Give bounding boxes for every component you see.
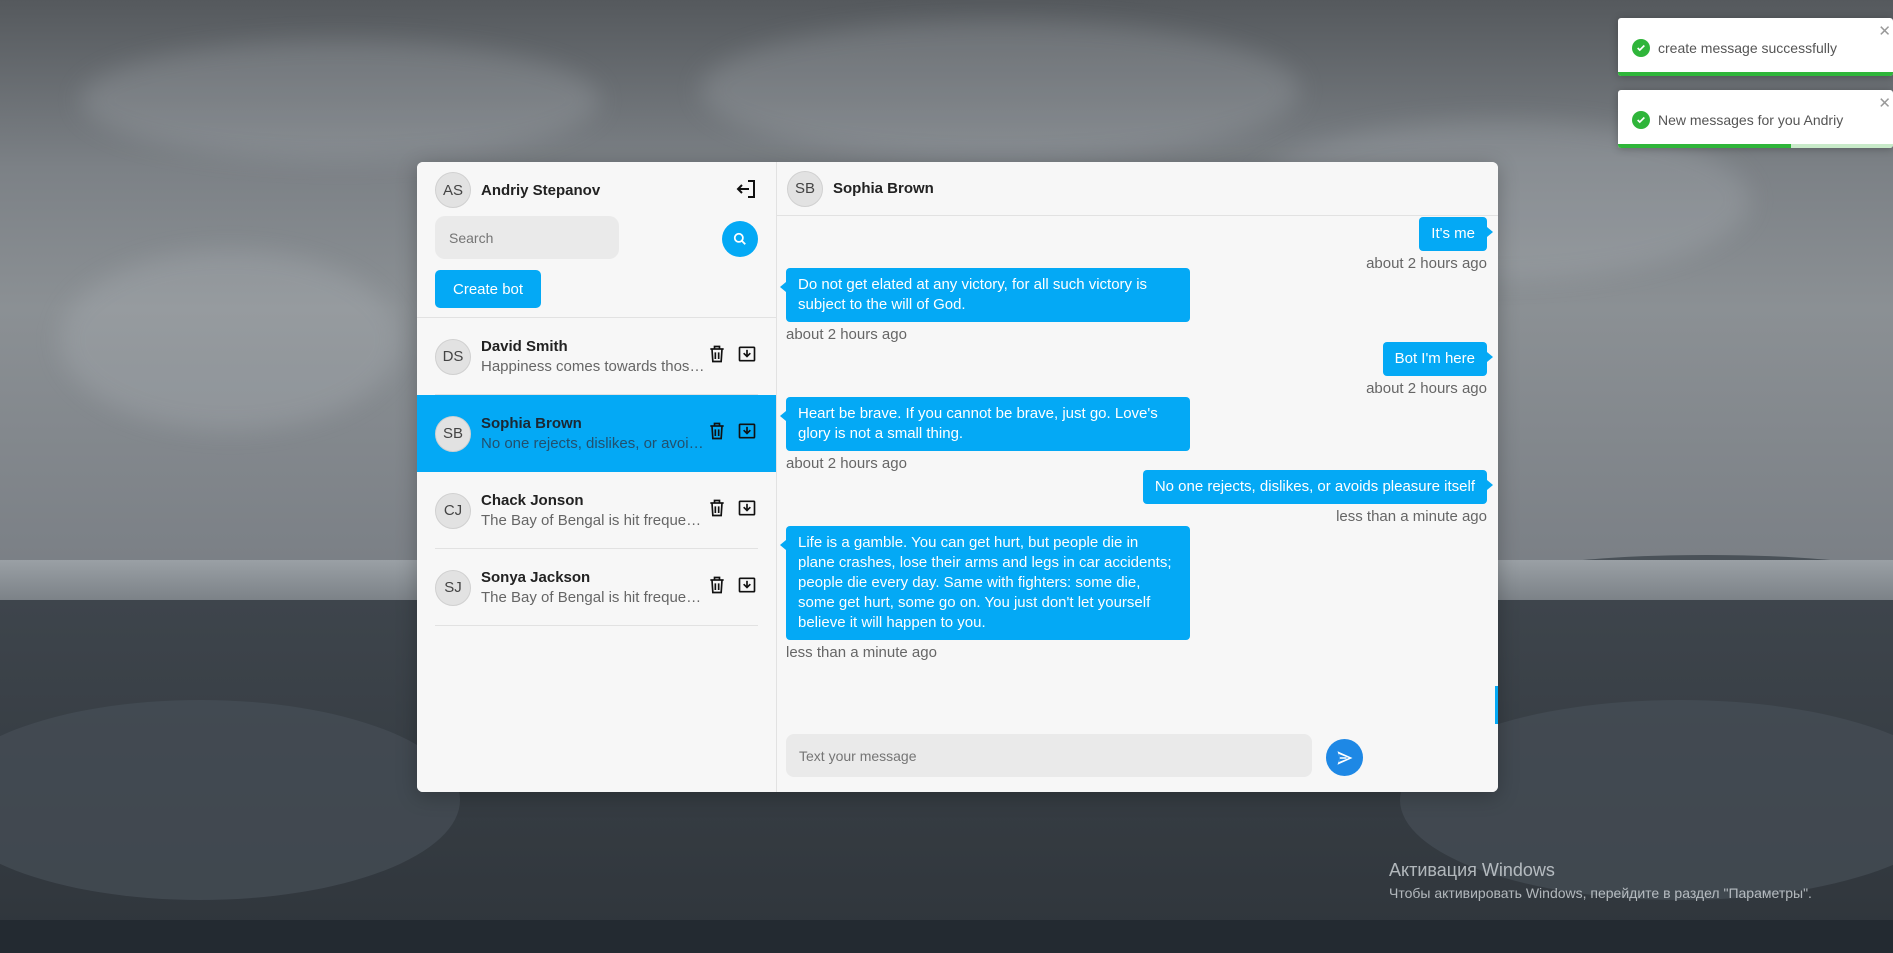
- avatar: SJ: [435, 569, 471, 606]
- search-field: [435, 216, 619, 259]
- search-button[interactable]: [722, 221, 758, 257]
- contact-name: Sonya Jackson: [481, 569, 591, 586]
- toast-notification: create message successfully ✕: [1618, 18, 1893, 76]
- composer: [786, 734, 1312, 777]
- message-time: about 2 hours ago: [1366, 380, 1487, 397]
- contact-last-message: The Bay of Bengal is hit frequently by c…: [481, 512, 705, 529]
- chat-header: SB Sophia Brown: [777, 162, 1498, 216]
- trash-icon[interactable]: [707, 575, 727, 595]
- incoming-message: Heart be brave. If you cannot be brave, …: [780, 397, 1190, 472]
- download-icon[interactable]: [737, 421, 757, 441]
- avatar: SB: [435, 415, 471, 452]
- trash-icon[interactable]: [707, 421, 727, 441]
- download-icon[interactable]: [737, 575, 757, 595]
- contact-item[interactable]: SJ Sonya Jackson The Bay of Bengal is hit …: [417, 549, 776, 626]
- toast-progress: [1618, 72, 1893, 76]
- message-time: less than a minute ago: [786, 644, 937, 661]
- chat-app-window: AS Andriy Stepanov Create bot DS David Sm…: [417, 162, 1498, 792]
- download-icon[interactable]: [737, 498, 757, 518]
- outgoing-message: Bot I'm here about 2 hours ago: [1366, 342, 1494, 397]
- current-user: AS Andriy Stepanov: [435, 172, 600, 208]
- toast-text: New messages for you Andriy: [1658, 112, 1844, 128]
- contact-name: Sophia Brown: [481, 415, 582, 432]
- message-time: about 2 hours ago: [786, 326, 907, 343]
- message-input[interactable]: [786, 734, 1312, 777]
- message-time: about 2 hours ago: [1366, 255, 1487, 272]
- send-icon: [1337, 750, 1352, 765]
- check-icon: [1632, 39, 1650, 57]
- avatar: SB: [787, 170, 823, 207]
- contact-list: DS David Smith Happiness comes towards tho…: [417, 318, 776, 626]
- close-icon[interactable]: ✕: [1878, 22, 1891, 40]
- chat-contact-name: Sophia Brown: [833, 180, 934, 197]
- message-bubble: No one rejects, dislikes, or avoids plea…: [1142, 470, 1494, 504]
- close-icon[interactable]: ✕: [1878, 94, 1891, 112]
- send-button[interactable]: [1326, 739, 1363, 776]
- contact-last-message: Happiness comes towards those who accept…: [481, 358, 705, 375]
- avatar: AS: [435, 172, 471, 208]
- avatar: DS: [435, 338, 471, 375]
- contact-item[interactable]: DS David Smith Happiness comes towards tho…: [417, 318, 776, 395]
- message-time: about 2 hours ago: [786, 455, 907, 472]
- watermark-subtitle: Чтобы активировать Windows, перейдите в …: [1389, 885, 1812, 901]
- chat-panel: SB Sophia Brown It's me about 2 hours ago…: [777, 162, 1498, 792]
- toast-text: create message successfully: [1658, 40, 1837, 56]
- download-icon[interactable]: [737, 344, 757, 364]
- incoming-message: Do not get elated at any victory, for al…: [780, 268, 1190, 343]
- watermark-title: Активация Windows: [1389, 860, 1555, 880]
- contact-name: Chack Jonson: [481, 492, 584, 509]
- incoming-message: Life is a gamble. You can get hurt, but …: [780, 526, 1190, 661]
- contact-last-message: The Bay of Bengal is hit frequently by c…: [481, 589, 705, 606]
- search-icon: [733, 232, 746, 245]
- outgoing-message: It's me about 2 hours ago: [1366, 217, 1493, 272]
- search-input[interactable]: [435, 216, 619, 259]
- message-list[interactable]: It's me about 2 hours ago Do not get elate…: [777, 217, 1498, 717]
- trash-icon[interactable]: [707, 344, 727, 364]
- message-time: less than a minute ago: [1336, 508, 1487, 525]
- message-bubble: Bot I'm here: [1382, 342, 1494, 376]
- message-bubble: Heart be brave. If you cannot be brave, …: [780, 397, 1190, 451]
- trash-icon[interactable]: [707, 498, 727, 518]
- message-bubble: Do not get elated at any victory, for al…: [780, 268, 1190, 322]
- toast-progress: [1618, 144, 1792, 148]
- contact-item[interactable]: SB Sophia Brown No one rejects, dislikes, …: [417, 395, 776, 472]
- outgoing-message: No one rejects, dislikes, or avoids plea…: [1142, 470, 1494, 525]
- contact-name: David Smith: [481, 338, 568, 355]
- current-user-name: Andriy Stepanov: [481, 181, 601, 199]
- contact-last-message: No one rejects, dislikes, or avoids plea…: [481, 435, 705, 452]
- message-bubble: Life is a gamble. You can get hurt, but …: [780, 526, 1190, 640]
- toast-notification: New messages for you Andriy ✕: [1618, 90, 1893, 148]
- sidebar: AS Andriy Stepanov Create bot DS David Sm…: [417, 162, 777, 792]
- message-bubble: It's me: [1419, 217, 1493, 251]
- avatar: CJ: [435, 492, 471, 529]
- scrollbar-thumb[interactable]: [1495, 686, 1498, 724]
- logout-icon[interactable]: [735, 177, 759, 201]
- create-bot-button[interactable]: Create bot: [435, 270, 542, 308]
- check-icon: [1632, 111, 1650, 129]
- windows-activation-watermark: Активация Windows Чтобы активировать Win…: [1389, 860, 1812, 901]
- contact-item[interactable]: CJ Chack Jonson The Bay of Bengal is hit f…: [417, 472, 776, 549]
